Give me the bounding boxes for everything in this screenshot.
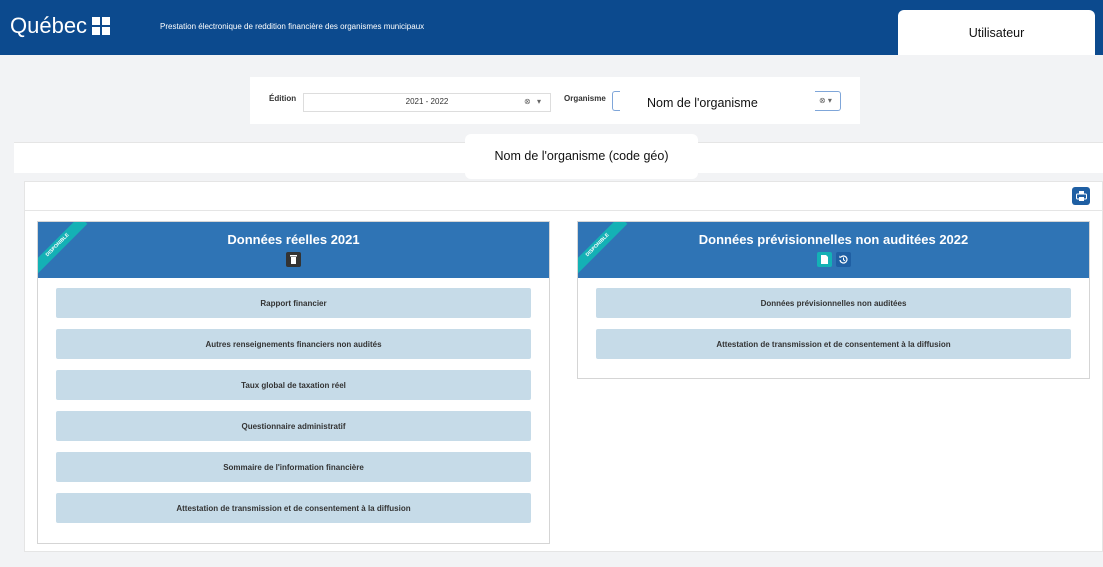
organisme-label: Organisme bbox=[564, 94, 606, 103]
user-menu[interactable]: Utilisateur bbox=[898, 10, 1095, 55]
trash-icon bbox=[290, 255, 297, 264]
document-icon bbox=[820, 255, 828, 264]
caret-down-icon[interactable]: ▾ bbox=[537, 97, 541, 106]
card-header: Données réelles 2021 bbox=[38, 222, 549, 278]
organisme-select-controls[interactable]: ⊗ ▾ bbox=[815, 91, 841, 111]
divider bbox=[25, 210, 1102, 211]
delete-button[interactable] bbox=[286, 252, 301, 267]
list-item[interactable]: Rapport financier bbox=[56, 288, 531, 318]
card-title: Données prévisionnelles non auditées 202… bbox=[698, 232, 969, 247]
list-item[interactable]: Autres renseignements financiers non aud… bbox=[56, 329, 531, 359]
fleurdelise-icon bbox=[92, 17, 111, 35]
logo-text: Québec bbox=[10, 13, 88, 38]
history-button[interactable] bbox=[835, 252, 851, 267]
card-donnees-reelles: Données réelles 2021 DISPONIBLE Rapport … bbox=[37, 221, 550, 544]
list-item[interactable]: Taux global de taxation réel bbox=[56, 370, 531, 400]
history-icon bbox=[838, 255, 848, 264]
document-button[interactable] bbox=[816, 252, 832, 267]
card-header: Données prévisionnelles non auditées 202… bbox=[578, 222, 1089, 278]
print-icon bbox=[1075, 191, 1087, 201]
quebec-logo[interactable]: Québec bbox=[10, 13, 111, 39]
list-item[interactable]: Sommaire de l'information financière bbox=[56, 452, 531, 482]
print-button[interactable] bbox=[1072, 187, 1090, 205]
selection-bar: Édition 2021 - 2022 ⊗ ▾ Organisme ⊗ ▾ bbox=[250, 77, 860, 124]
edition-value: 2021 - 2022 bbox=[405, 97, 449, 106]
card-title: Données réelles 2021 bbox=[227, 232, 360, 247]
organisation-code-tab: Nom de l'organisme (code géo) bbox=[465, 134, 698, 179]
list-item[interactable]: Données prévisionnelles non auditées bbox=[596, 288, 1071, 318]
card-donnees-previsionnelles: Données prévisionnelles non auditées 202… bbox=[577, 221, 1090, 379]
list-item[interactable]: Attestation de transmission et de consen… bbox=[56, 493, 531, 523]
organisme-select-border[interactable] bbox=[612, 91, 620, 111]
edition-select[interactable]: 2021 - 2022 ⊗ ▾ bbox=[303, 93, 551, 112]
edition-label: Édition bbox=[269, 94, 297, 103]
clear-icon[interactable]: ⊗ bbox=[524, 97, 531, 106]
list-item[interactable]: Questionnaire administratif bbox=[56, 411, 531, 441]
app-subtitle: Prestation électronique de reddition fin… bbox=[160, 22, 425, 31]
list-item[interactable]: Attestation de transmission et de consen… bbox=[596, 329, 1071, 359]
organisme-value[interactable]: Nom de l'organisme bbox=[647, 96, 758, 110]
app-header: Québec Prestation électronique de reddit… bbox=[0, 0, 1103, 55]
user-label: Utilisateur bbox=[968, 25, 1025, 40]
organisme-dropdown-icon[interactable]: ⊗ ▾ bbox=[819, 96, 832, 105]
